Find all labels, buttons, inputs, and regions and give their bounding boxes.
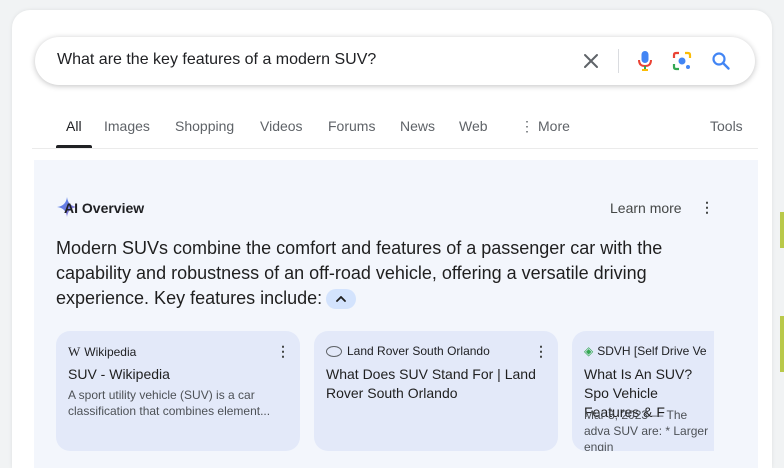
chevron-up-icon [336,296,347,303]
source-site: Land Rover South Orlando [326,344,490,358]
search-divider [618,49,619,73]
tab-forums[interactable]: Forums [328,118,375,134]
search-tabs: All Images Shopping Videos Forums News W… [12,110,772,150]
source-site: ◈ SDVH [Self Drive Ve [584,344,707,358]
source-menu-icon[interactable]: ⋮ [276,343,290,360]
tab-images[interactable]: Images [104,118,150,134]
collapse-button[interactable] [326,289,357,310]
source-card-land-rover[interactable]: Land Rover South Orlando ⋮ What Does SUV… [314,331,558,451]
tab-videos[interactable]: Videos [260,118,303,134]
tabs-divider [32,148,758,149]
source-title[interactable]: SUV - Wikipedia [68,365,284,384]
clear-icon[interactable] [580,50,602,72]
tab-web[interactable]: Web [459,118,488,134]
lens-icon[interactable] [670,49,694,73]
results-card: What are the key features of a modern SU… [12,10,772,468]
microphone-icon[interactable] [633,49,657,73]
wikipedia-icon: W [68,344,81,359]
ai-overview-summary-text: Modern SUVs combine the comfort and feat… [56,238,663,308]
source-snippet: A sport utility vehicle (SUV) is a car c… [68,388,271,418]
learn-more-link[interactable]: Learn more [610,200,682,216]
shield-check-icon: ◈ [584,344,594,358]
source-site-name: SDVH [Self Drive Ve [597,344,707,358]
scroll-accent-top [780,212,784,248]
tab-shopping[interactable]: Shopping [175,118,234,134]
source-site-name: Wikipedia [84,345,137,359]
ai-overview-title: AI Overview [64,200,145,216]
search-bar[interactable]: What are the key features of a modern SU… [35,37,755,85]
source-title[interactable]: What Does SUV Stand For | Land Rover Sou… [326,365,542,403]
source-card-wikipedia[interactable]: W Wikipedia ⋮ SUV - Wikipedia A sport uti… [56,331,300,451]
search-icon[interactable] [709,49,733,73]
source-menu-icon[interactable]: ⋮ [534,343,548,360]
source-snippet: Mar 3, 2023 — The adva SUV are: * Larger… [584,408,709,451]
tab-all[interactable]: All [66,118,82,134]
search-query[interactable]: What are the key features of a modern SU… [57,51,376,69]
ai-overview-menu-icon[interactable]: ⋮ [700,199,714,216]
more-dots-icon: ⋮ [520,118,534,134]
land-rover-logo-icon [326,346,342,358]
tab-more-label: More [538,118,570,134]
tab-tools[interactable]: Tools [710,118,743,134]
tab-news[interactable]: News [400,118,435,134]
source-site: W Wikipedia [68,344,136,360]
scroll-accent-bottom [780,316,784,372]
ai-overview-summary: Modern SUVs combine the comfort and feat… [56,236,716,311]
source-site-name: Land Rover South Orlando [347,344,490,358]
tab-more[interactable]: ⋮ More [520,118,570,135]
source-card-sdvh[interactable]: ◈ SDVH [Self Drive Ve What Is An SUV? Spo… [572,331,714,451]
